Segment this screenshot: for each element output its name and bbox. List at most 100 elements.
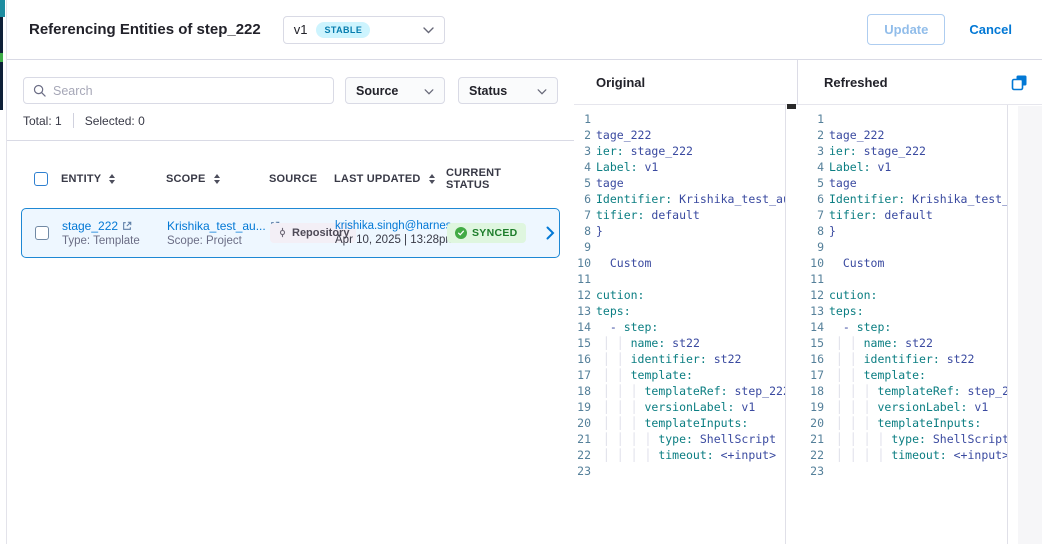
source-cell: Repository — [270, 223, 335, 244]
entity-link[interactable]: stage_222 — [62, 219, 118, 233]
code-line: 16 │ │ identifier: st22 — [797, 351, 1008, 367]
chevron-down-icon — [424, 84, 434, 98]
line-number: 17 — [797, 367, 824, 383]
line-number: 1 — [574, 111, 591, 127]
chevron-down-icon — [537, 84, 547, 98]
line-number: 18 — [797, 383, 824, 399]
update-button[interactable]: Update — [867, 14, 945, 45]
line-number: 12 — [574, 287, 591, 303]
code-line: 4Label: v1 — [574, 159, 786, 175]
row-expand-chevron[interactable] — [546, 226, 555, 240]
status-filter-label: Status — [469, 84, 507, 98]
search-input[interactable] — [53, 84, 324, 98]
code-line: 20 │ │ │ templateInputs: — [574, 415, 786, 431]
divider — [7, 140, 574, 141]
entity-type: Type: Template — [62, 235, 167, 247]
code-line: 8} — [574, 223, 786, 239]
code-line: 19 │ │ │ versionLabel: v1 — [574, 399, 786, 415]
line-number: 20 — [797, 415, 824, 431]
code-line: 8} — [797, 223, 1008, 239]
filter-toolbar: Source Status — [23, 77, 558, 104]
code-line: 12cution: — [574, 287, 786, 303]
line-number: 3 — [797, 143, 824, 159]
line-number: 2 — [797, 127, 824, 143]
line-number: 2 — [574, 127, 591, 143]
line-number: 8 — [574, 223, 591, 239]
code-line: 9 — [574, 239, 786, 255]
scope-cell: Krishika_test_au... Scope: Project — [167, 219, 270, 247]
selected-count: Selected: 0 — [85, 114, 145, 128]
modal-header: Referencing Entities of step_222 v1 STAB… — [7, 0, 1042, 60]
original-code-editor[interactable]: 12tage_2223ier: stage_2224Label: v15tage… — [574, 106, 786, 544]
column-last-updated[interactable]: LAST UPDATED — [334, 173, 446, 185]
code-line: 1 — [574, 111, 786, 127]
code-line: 22 │ │ │ │ timeout: <+input> — [574, 447, 786, 463]
header-actions: Update Cancel — [867, 14, 1012, 45]
code-line: 1 — [797, 111, 1008, 127]
code-line: 12cution: — [797, 287, 1008, 303]
status-filter-select[interactable]: Status — [458, 77, 558, 104]
code-line: 15 │ │ name: st22 — [797, 335, 1008, 351]
code-line: 7tifier: default — [574, 207, 786, 223]
line-number: 14 — [574, 319, 591, 335]
status-badge: SYNCED — [447, 223, 526, 243]
scrollbar-thumb[interactable] — [787, 104, 796, 109]
page-edge-remnant-green — [0, 53, 3, 62]
chevron-down-icon — [423, 21, 434, 39]
select-all-checkbox[interactable] — [34, 172, 48, 186]
row-checkbox[interactable] — [35, 226, 49, 240]
column-scope[interactable]: SCOPE — [166, 173, 269, 185]
line-number: 10 — [574, 255, 591, 271]
code-line: 11 — [797, 271, 1008, 287]
code-line: 3ier: stage_222 — [797, 143, 1008, 159]
code-line: 13teps: — [797, 303, 1008, 319]
code-line: 3ier: stage_222 — [574, 143, 786, 159]
line-number: 7 — [797, 207, 824, 223]
line-number: 21 — [797, 431, 824, 447]
line-number: 17 — [574, 367, 591, 383]
line-number: 15 — [797, 335, 824, 351]
external-link-icon[interactable] — [122, 221, 132, 231]
scrollbar-track[interactable] — [1018, 106, 1042, 544]
result-counts: Total: 1 Selected: 0 — [23, 113, 145, 128]
line-number: 4 — [797, 159, 824, 175]
line-number: 9 — [574, 239, 591, 255]
original-panel-header: Original — [574, 60, 797, 105]
page-title: Referencing Entities of step_222 — [29, 21, 261, 38]
page-edge-remnant-navy — [0, 17, 3, 110]
refreshed-panel: Refreshed 12tage_2223ier: stage_2224Labe… — [797, 60, 1042, 544]
divider — [1007, 105, 1008, 544]
check-icon — [455, 227, 467, 239]
code-line: 20 │ │ │ templateInputs: — [797, 415, 1008, 431]
line-number: 22 — [797, 447, 824, 463]
cancel-button[interactable]: Cancel — [969, 22, 1012, 37]
code-line: 18 │ │ │ templateRef: step_222 — [797, 383, 1008, 399]
search-icon — [33, 84, 46, 97]
entity-cell: stage_222 Type: Template — [62, 219, 167, 247]
total-count: Total: 1 — [23, 114, 62, 128]
code-line: 13teps: — [574, 303, 786, 319]
line-number: 20 — [574, 415, 591, 431]
updated-at: Apr 10, 2025 | 13:28pm — [335, 234, 447, 246]
sort-icon — [109, 174, 115, 184]
yaml-diff-section: Original 12tage_2223ier: stage_2224Label… — [574, 60, 1042, 544]
search-box[interactable] — [23, 77, 334, 104]
updated-by-link[interactable]: krishika.singh@harnes... — [335, 220, 447, 232]
refreshed-code-editor[interactable]: 12tage_2223ier: stage_2224Label: v15tage… — [797, 106, 1008, 544]
copy-icon[interactable] — [1011, 74, 1028, 91]
line-number: 13 — [797, 303, 824, 319]
code-line: 15 │ │ name: st22 — [574, 335, 786, 351]
line-number: 23 — [574, 463, 591, 479]
repository-icon — [277, 227, 288, 238]
scope-link[interactable]: Krishika_test_au... — [167, 219, 266, 233]
line-number: 6 — [797, 191, 824, 207]
column-entity[interactable]: ENTITY — [61, 173, 166, 185]
code-line: 18 │ │ │ templateRef: step_222 — [574, 383, 786, 399]
referencing-entities-modal: Referencing Entities of step_222 v1 STAB… — [6, 0, 1042, 544]
version-select[interactable]: v1 STABLE — [283, 16, 445, 44]
table-row[interactable]: stage_222 Type: Template Krishika_test_a… — [21, 208, 560, 258]
line-number: 9 — [797, 239, 824, 255]
table-header: ENTITY SCOPE SOURCE LAST UPDATED CURRENT… — [21, 166, 560, 192]
original-panel-title: Original — [596, 75, 645, 90]
source-filter-select[interactable]: Source — [345, 77, 445, 104]
